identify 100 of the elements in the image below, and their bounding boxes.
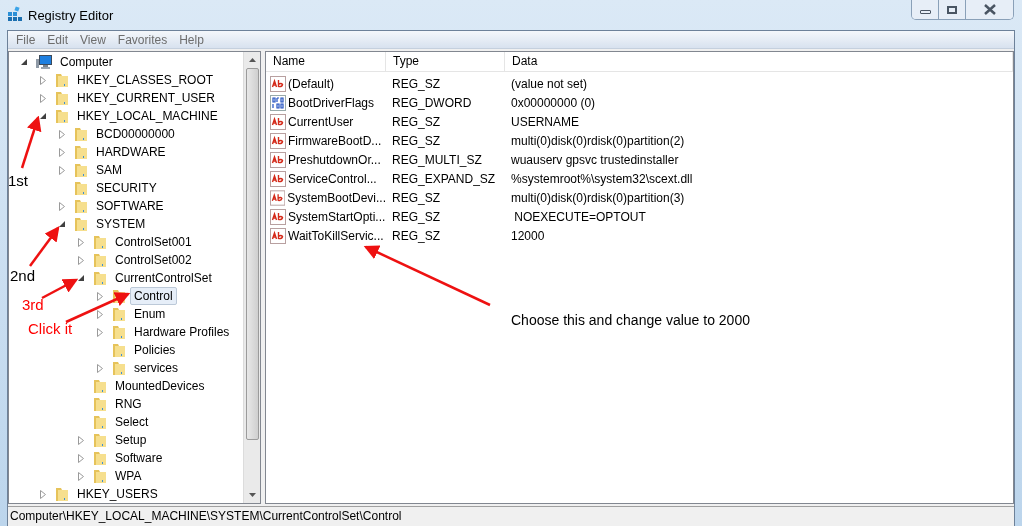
collapsed-icon[interactable]: [78, 471, 84, 481]
folder-icon: [73, 144, 89, 160]
folder-icon: [92, 432, 108, 448]
tree-item[interactable]: SYSTEM: [92, 215, 150, 233]
menu-item[interactable]: File: [11, 30, 41, 49]
value-name[interactable]: SystemBootDevi...: [287, 188, 386, 207]
string-value-icon: [270, 189, 286, 206]
tree-item[interactable]: HKEY_CLASSES_ROOT: [73, 71, 218, 89]
collapsed-icon[interactable]: [59, 165, 65, 175]
value-name[interactable]: BootDriverFlags: [288, 93, 375, 112]
value-name[interactable]: FirmwareBootD...: [288, 131, 382, 150]
collapsed-icon[interactable]: [40, 93, 46, 103]
scroll-down-icon[interactable]: [248, 493, 256, 497]
expanded-icon[interactable]: [78, 275, 84, 281]
close-button[interactable]: [966, 0, 1013, 19]
tree-item[interactable]: SECURITY: [92, 179, 161, 197]
table-cell-text: REG_MULTI_SZ: [391, 151, 483, 169]
tree-item[interactable]: WPA: [111, 467, 146, 485]
tree-item[interactable]: Control: [130, 287, 177, 305]
annotation-arrow: [29, 226, 60, 267]
tree-item[interactable]: HKEY_LOCAL_MACHINE: [73, 107, 222, 125]
table-cell-text: 0x00000000 (0): [510, 94, 597, 112]
folder-icon: [54, 72, 70, 88]
status-bar: Computer\HKEY_LOCAL_MACHINE\SYSTEM\CurrentControlSet\Control: [8, 506, 1014, 526]
scrollbar[interactable]: [243, 52, 260, 503]
folder-icon: [92, 252, 108, 268]
folder-icon: [92, 378, 108, 394]
table-cell-text: %systemroot%\system32\scext.dll: [510, 170, 694, 188]
column-header[interactable]: Type: [386, 52, 505, 71]
column-header[interactable]: Data: [505, 52, 1013, 71]
collapsed-icon[interactable]: [78, 453, 84, 463]
table-cell-text: REG_SZ: [391, 75, 441, 93]
folder-icon: [92, 468, 108, 484]
annotation-arrow: [20, 115, 42, 169]
menu-item[interactable]: Edit: [42, 30, 74, 49]
collapsed-icon[interactable]: [40, 489, 46, 499]
string-value-icon: [270, 170, 286, 187]
maximize-button[interactable]: [939, 0, 966, 19]
string-value-icon: [270, 113, 286, 130]
close-icon: [982, 4, 997, 15]
tree-item[interactable]: ControlSet001: [111, 233, 196, 251]
folder-icon: [73, 216, 89, 232]
collapsed-icon[interactable]: [78, 255, 84, 265]
expanded-icon[interactable]: [21, 59, 27, 65]
tree-item[interactable]: HKEY_CURRENT_USER: [73, 89, 220, 107]
value-name[interactable]: WaitToKillServic...: [288, 226, 384, 245]
menu-item[interactable]: Help: [174, 30, 209, 49]
tree-item[interactable]: HARDWARE: [92, 143, 170, 161]
column-header[interactable]: Name: [266, 52, 386, 71]
tree-item[interactable]: CurrentControlSet: [111, 269, 216, 287]
value-name[interactable]: (Default): [288, 74, 334, 93]
folder-icon: [111, 324, 127, 340]
folder-icon: [111, 342, 127, 358]
tree-item[interactable]: HKEY_USERS: [73, 485, 162, 503]
annotation-text: 2nd: [10, 266, 36, 286]
value-name[interactable]: ServiceControl...: [288, 169, 377, 188]
collapsed-icon[interactable]: [97, 291, 103, 301]
value-name[interactable]: SystemStartOpti...: [288, 207, 386, 226]
collapsed-icon[interactable]: [78, 237, 84, 247]
collapsed-icon[interactable]: [97, 363, 103, 373]
tree-item[interactable]: SAM: [92, 161, 126, 179]
expanded-icon[interactable]: [40, 113, 46, 119]
menu-item[interactable]: Favorites: [112, 30, 173, 49]
tree-item[interactable]: Setup: [111, 431, 151, 449]
expanded-icon[interactable]: [59, 221, 65, 227]
value-name[interactable]: PreshutdownOr...: [288, 150, 381, 169]
menu-item[interactable]: View: [75, 30, 111, 49]
annotation-text: 1st: [8, 171, 28, 191]
tree-item[interactable]: SOFTWARE: [92, 197, 168, 215]
tree-item[interactable]: services: [130, 359, 182, 377]
collapsed-icon[interactable]: [59, 201, 65, 211]
tree-item[interactable]: Computer: [56, 53, 117, 71]
window-title: Registry Editor: [28, 7, 114, 25]
tree-item[interactable]: BCD00000000: [92, 125, 179, 143]
table-cell-text: wuauserv gpsvc trustedinstaller: [510, 151, 680, 169]
scroll-up-icon[interactable]: [248, 58, 256, 62]
folder-icon: [73, 198, 89, 214]
tree-item[interactable]: Select: [111, 413, 153, 431]
tree-item[interactable]: ControlSet002: [111, 251, 196, 269]
tree-item[interactable]: Policies: [130, 341, 180, 359]
collapsed-icon[interactable]: [40, 75, 46, 85]
minimize-button[interactable]: [912, 0, 939, 19]
collapsed-icon[interactable]: [97, 327, 103, 337]
computer-icon: [35, 54, 53, 70]
collapsed-icon[interactable]: [59, 129, 65, 139]
tree-item[interactable]: Software: [111, 449, 167, 467]
folder-icon: [111, 360, 127, 376]
table-cell-text: multi(0)disk(0)rdisk(0)partition(3): [510, 189, 686, 207]
table-cell-text: REG_SZ: [391, 113, 441, 131]
collapsed-icon[interactable]: [78, 435, 84, 445]
registry-icon: [7, 6, 23, 22]
tree-item[interactable]: Enum: [130, 305, 170, 323]
tree-item[interactable]: RNG: [111, 395, 146, 413]
collapsed-icon[interactable]: [97, 309, 103, 319]
tree-item[interactable]: MountedDevices: [111, 377, 209, 395]
collapsed-icon[interactable]: [59, 147, 65, 157]
value-name[interactable]: CurrentUser: [288, 112, 354, 131]
folder-icon: [92, 234, 108, 250]
annotation-text: Click it: [28, 319, 73, 339]
tree-item[interactable]: Hardware Profiles: [130, 323, 234, 341]
